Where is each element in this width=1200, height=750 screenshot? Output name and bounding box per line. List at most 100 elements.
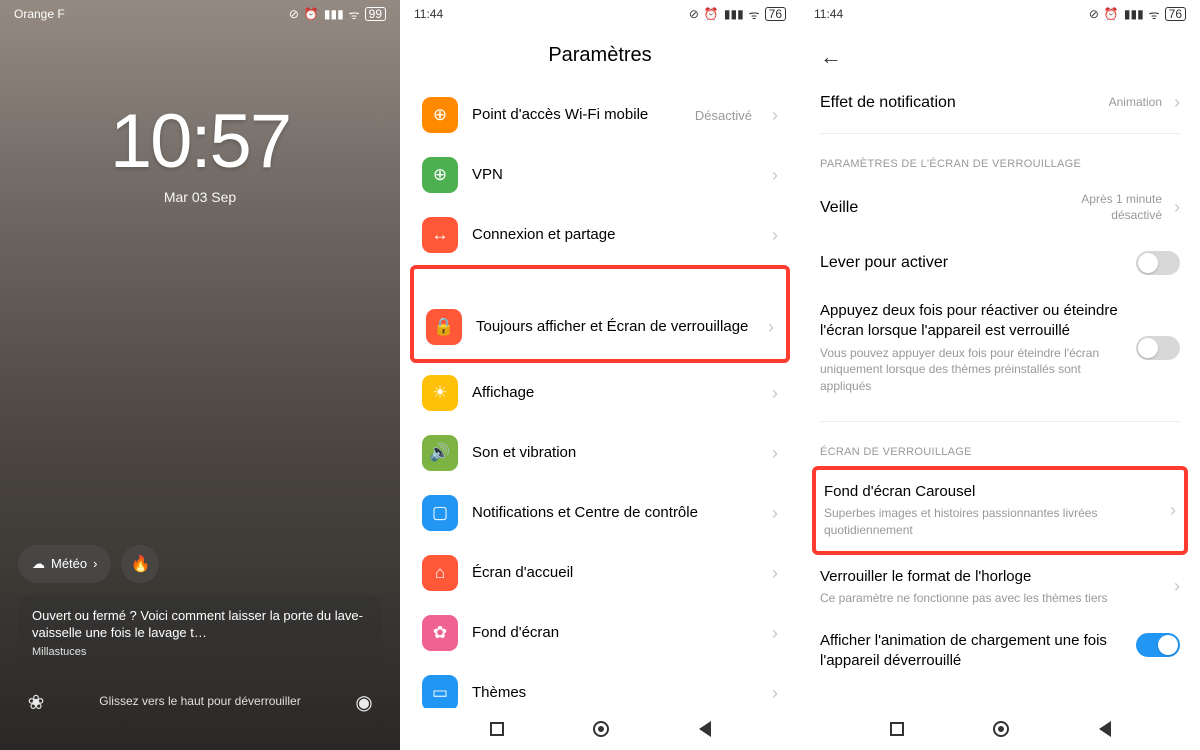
swipe-hint: Glissez vers le haut pour déverrouiller (54, 694, 346, 710)
setting-lock-clock-format[interactable]: Verrouiller le format de l'horloge Ce pa… (800, 555, 1200, 619)
toggle-switch[interactable] (1136, 336, 1180, 360)
wifi-icon: ᯤ (1149, 6, 1160, 23)
setting-icon: ✿ (422, 615, 458, 651)
setting-value: Désactivé (695, 108, 752, 123)
cloud-icon: ☁ (32, 556, 45, 572)
nav-back-button[interactable] (699, 721, 711, 737)
nav-recents-button[interactable] (890, 722, 904, 736)
setting-raise-to-wake[interactable]: Lever pour activer (800, 237, 1200, 289)
chevron-right-icon: › (772, 225, 778, 246)
setting-wallpaper-carousel[interactable]: Fond d'écran Carousel Superbes images et… (816, 470, 1184, 551)
setting-icon: ⊕ (422, 157, 458, 193)
chevron-right-icon: › (1174, 92, 1180, 113)
setting-icon: 🔊 (422, 435, 458, 471)
nav-back-button[interactable] (1099, 721, 1111, 737)
setting-item[interactable]: ⊕Point d'accès Wi-Fi mobileDésactivé› (414, 85, 786, 145)
setting-item[interactable]: ☀Affichage› (414, 363, 786, 423)
setting-description: Superbes images et histoires passionnant… (824, 505, 1160, 539)
section-header: PARAMÈTRES DE L'ÉCRAN DE VERROUILLAGE (800, 140, 1200, 178)
camera-shortcut[interactable]: ◉ (346, 684, 382, 720)
status-time: 11:44 (414, 7, 443, 21)
setting-label: Lever pour activer (820, 254, 1124, 272)
notification-card[interactable]: Ouvert ou fermé ? Voici comment laisser … (18, 595, 382, 670)
toggle-switch[interactable] (1136, 251, 1180, 275)
setting-double-tap[interactable]: Appuyez deux fois pour réactiver ou étei… (800, 289, 1200, 407)
setting-notification-effect[interactable]: Effet de notification Animation › (800, 78, 1200, 127)
setting-label: Son et vibration (472, 443, 758, 463)
setting-value: Animation (1109, 95, 1162, 111)
chevron-right-icon: › (772, 443, 778, 464)
highlight-box: 🔒Toujours afficher et Écran de verrouill… (410, 265, 790, 363)
status-icons: ⊘ ⏰ ▮▮▮ ᯤ 76 (689, 6, 786, 23)
battery-indicator: 76 (765, 7, 786, 21)
setting-title: Verrouiller le format de l'horloge (820, 567, 1164, 587)
setting-icon: ↔ (422, 217, 458, 253)
setting-description: Vous pouvez appuyer deux fois pour étein… (820, 345, 1126, 395)
setting-title: Fond d'écran Carousel (824, 482, 1160, 502)
setting-label: Toujours afficher et Écran de verrouilla… (476, 317, 754, 337)
divider (820, 421, 1180, 422)
clock-area: 10:57 Mar 03 Sep (0, 98, 400, 205)
flame-shortcut[interactable]: 🔥 (121, 545, 159, 583)
setting-label: Veille (820, 199, 1040, 217)
setting-label: Affichage (472, 383, 758, 403)
battery-indicator: 99 (365, 7, 386, 21)
status-icons: ⊘ ⏰ ▮▮▮ ᯤ 99 (289, 6, 386, 23)
page-title: Paramètres (400, 28, 800, 85)
divider (820, 133, 1180, 134)
carrier-label: Orange F (14, 7, 65, 21)
notification-text: Ouvert ou fermé ? Voici comment laisser … (32, 607, 368, 642)
setting-item[interactable]: ▢Notifications et Centre de contrôle› (414, 483, 786, 543)
chevron-right-icon: › (93, 556, 97, 571)
arrow-left-icon: ← (820, 44, 842, 69)
nav-bar (400, 708, 800, 750)
status-bar: 11:44 ⊘ ⏰ ▮▮▮ ᯤ 76 (400, 0, 800, 28)
setting-label: Écran d'accueil (472, 563, 758, 583)
setting-label: Fond d'écran (472, 623, 758, 643)
lockscreen-settings-screen: 11:44 ⊘ ⏰ ▮▮▮ ᯤ 76 ← Effet de notificati… (800, 0, 1200, 750)
toggle-switch[interactable] (1136, 633, 1180, 657)
setting-description: Ce paramètre ne fonctionne pas avec les … (820, 590, 1164, 607)
dnd-icon: ⊘ (289, 7, 299, 21)
alarm-icon: ⏰ (704, 7, 719, 21)
signal-icon: ▮▮▮ (324, 7, 344, 21)
section-header: ÉCRAN DE VERROUILLAGE (800, 428, 1200, 466)
setting-item[interactable]: 🔊 Son et vibration › (414, 423, 786, 483)
signal-icon: ▮▮▮ (1124, 7, 1144, 21)
chevron-right-icon: › (772, 683, 778, 704)
chevron-right-icon: › (1174, 576, 1180, 597)
setting-sleep[interactable]: Veille Après 1 minute désactivé › (800, 178, 1200, 237)
setting-item[interactable]: 🔒Toujours afficher et Écran de verrouill… (418, 297, 782, 357)
notification-source: Millastuces (32, 646, 368, 658)
setting-icon: ▢ (422, 495, 458, 531)
setting-label: Notifications et Centre de contrôle (472, 503, 758, 523)
nav-home-button[interactable] (593, 721, 609, 737)
setting-item[interactable]: ↔Connexion et partage› (414, 205, 786, 265)
lock-clock: 10:57 (20, 98, 380, 185)
signal-icon: ▮▮▮ (724, 7, 744, 21)
flashlight-shortcut[interactable]: ❀ (18, 684, 54, 720)
setting-icon: ▭ (422, 675, 458, 711)
setting-title: Appuyez deux fois pour réactiver ou étei… (820, 301, 1126, 342)
chevron-right-icon: › (1170, 500, 1176, 521)
setting-item[interactable]: ✿ Fond d'écran › (414, 603, 786, 663)
nav-recents-button[interactable] (490, 722, 504, 736)
setting-item[interactable]: ⊕VPN› (414, 145, 786, 205)
nav-home-button[interactable] (993, 721, 1009, 737)
lockscreen: Orange F ⊘ ⏰ ▮▮▮ ᯤ 99 10:57 Mar 03 Sep ☁… (0, 0, 400, 750)
setting-item[interactable]: ⌂Écran d'accueil› (414, 543, 786, 603)
setting-icon: ⌂ (422, 555, 458, 591)
chevron-right-icon: › (772, 623, 778, 644)
setting-label: Point d'accès Wi-Fi mobile (472, 105, 681, 125)
setting-charging-animation[interactable]: Afficher l'animation de chargement une f… (800, 619, 1200, 672)
back-button[interactable]: ← (800, 28, 1200, 78)
chevron-right-icon: › (768, 317, 774, 338)
setting-label: VPN (472, 165, 758, 185)
setting-icon: ☀ (422, 375, 458, 411)
battery-indicator: 76 (1165, 7, 1186, 21)
settings-screen: 11:44 ⊘ ⏰ ▮▮▮ ᯤ 76 Paramètres ⊕ Point d'a… (400, 0, 800, 750)
chevron-right-icon: › (772, 105, 778, 126)
setting-value: Après 1 minute désactivé (1052, 192, 1162, 223)
status-icons: ⊘ ⏰ ▮▮▮ ᯤ 76 (1089, 6, 1186, 23)
weather-pill[interactable]: ☁ Météo › (18, 545, 111, 583)
